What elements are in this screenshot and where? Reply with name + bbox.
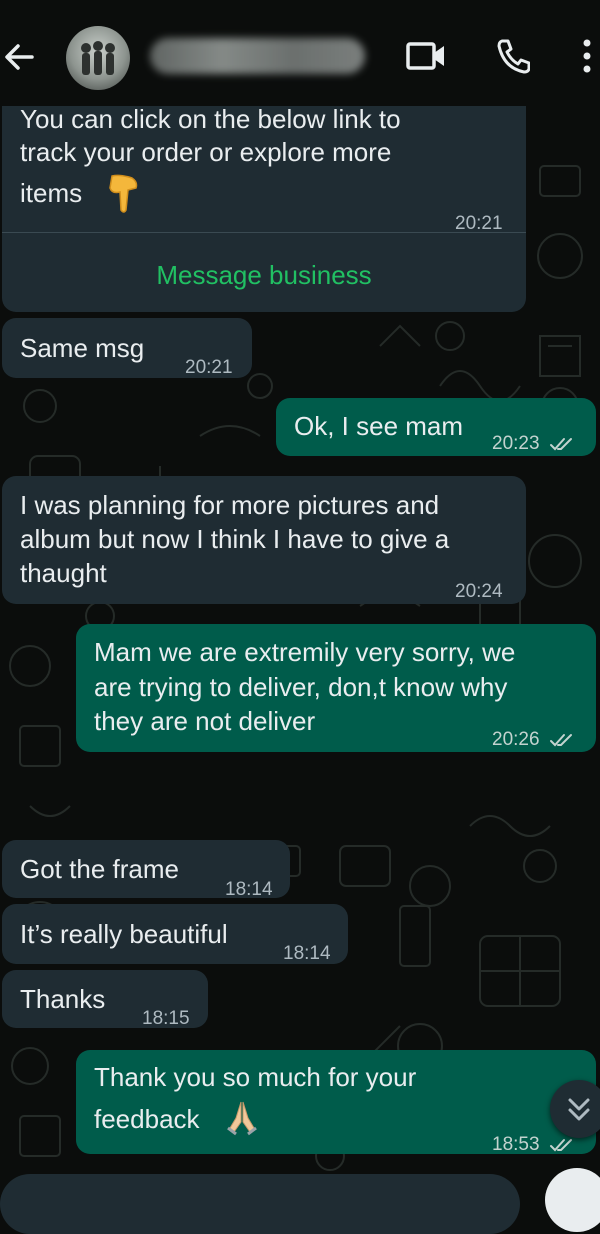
group-photo-icon: [81, 41, 115, 75]
message-time: 20:21: [185, 357, 233, 378]
scroll-to-bottom-button[interactable]: [550, 1080, 600, 1138]
message-incoming[interactable]: Same msg 20:21: [2, 318, 252, 378]
message-text: Got the frame: [20, 854, 179, 884]
message-time-text: 20:26: [492, 729, 540, 750]
message-text: feedback: [94, 1104, 200, 1134]
message-text: track your order or explore more: [20, 137, 392, 167]
message-text: Ok, I see mam: [294, 411, 464, 441]
message-incoming[interactable]: It’s really beautiful 18:14: [2, 904, 348, 964]
message-incoming[interactable]: Thanks 18:15: [2, 970, 208, 1029]
folded-hands-emoji-icon: [227, 1101, 257, 1136]
message-text: album but now I think I have to give a: [20, 524, 450, 554]
double-chevron-down-icon: [568, 1098, 590, 1121]
message-text: It’s really beautiful: [20, 919, 228, 949]
more-vertical-icon[interactable]: [582, 38, 592, 74]
message-outgoing[interactable]: Thank you so much for your feedback 18:5…: [76, 1050, 596, 1155]
contact-name-blurred[interactable]: [150, 38, 365, 74]
message-text: You can click on the below link to: [20, 104, 401, 134]
message-time: 20:24: [455, 581, 503, 602]
phone-icon[interactable]: [496, 38, 530, 74]
message-time: 18:15: [142, 1008, 190, 1029]
video-call-icon[interactable]: [406, 40, 446, 72]
chat-header: [0, 0, 600, 106]
message-outgoing[interactable]: Mam we are extremily very sorry, we are …: [76, 624, 596, 752]
message-time-text: 20:23: [492, 433, 540, 454]
double-check-icon: [549, 733, 572, 747]
message-text: thaught: [20, 558, 107, 588]
message-text: are trying to deliver, don,t know why: [94, 672, 508, 702]
message-time: 20:21: [455, 213, 503, 234]
message-time: 18:14: [225, 879, 273, 900]
message-text: they are not deliver: [94, 706, 316, 736]
message-text: I was planning for more pictures and: [20, 490, 440, 520]
pointing-down-emoji-icon: [109, 174, 138, 213]
divider: [2, 232, 526, 233]
message-time: 18:14: [283, 943, 331, 964]
message-text: Thank you so much for your: [94, 1062, 417, 1092]
avatar[interactable]: [66, 26, 130, 90]
double-check-icon: [549, 1138, 572, 1152]
message-input[interactable]: [0, 1174, 520, 1234]
arrow-left-icon[interactable]: [2, 40, 36, 74]
message-text: Mam we are extremily very sorry, we: [94, 637, 516, 667]
message-text: items: [20, 178, 83, 208]
message-business-link[interactable]: Message business: [2, 258, 526, 293]
message-text: Thanks: [20, 984, 106, 1014]
message-text: Same msg: [20, 333, 145, 363]
message-incoming[interactable]: You can click on the below link to track…: [2, 80, 526, 312]
message-incoming[interactable]: Got the frame 18:14: [2, 840, 290, 900]
message-outgoing[interactable]: Ok, I see mam 20:23: [276, 398, 596, 456]
double-check-icon: [549, 437, 572, 451]
message-time-text: 18:53: [492, 1134, 540, 1155]
mic-button[interactable]: [545, 1168, 600, 1232]
message-time: 20:23: [492, 426, 575, 461]
message-incoming[interactable]: I was planning for more pictures and alb…: [2, 476, 526, 604]
message-time: 20:26: [492, 722, 575, 757]
